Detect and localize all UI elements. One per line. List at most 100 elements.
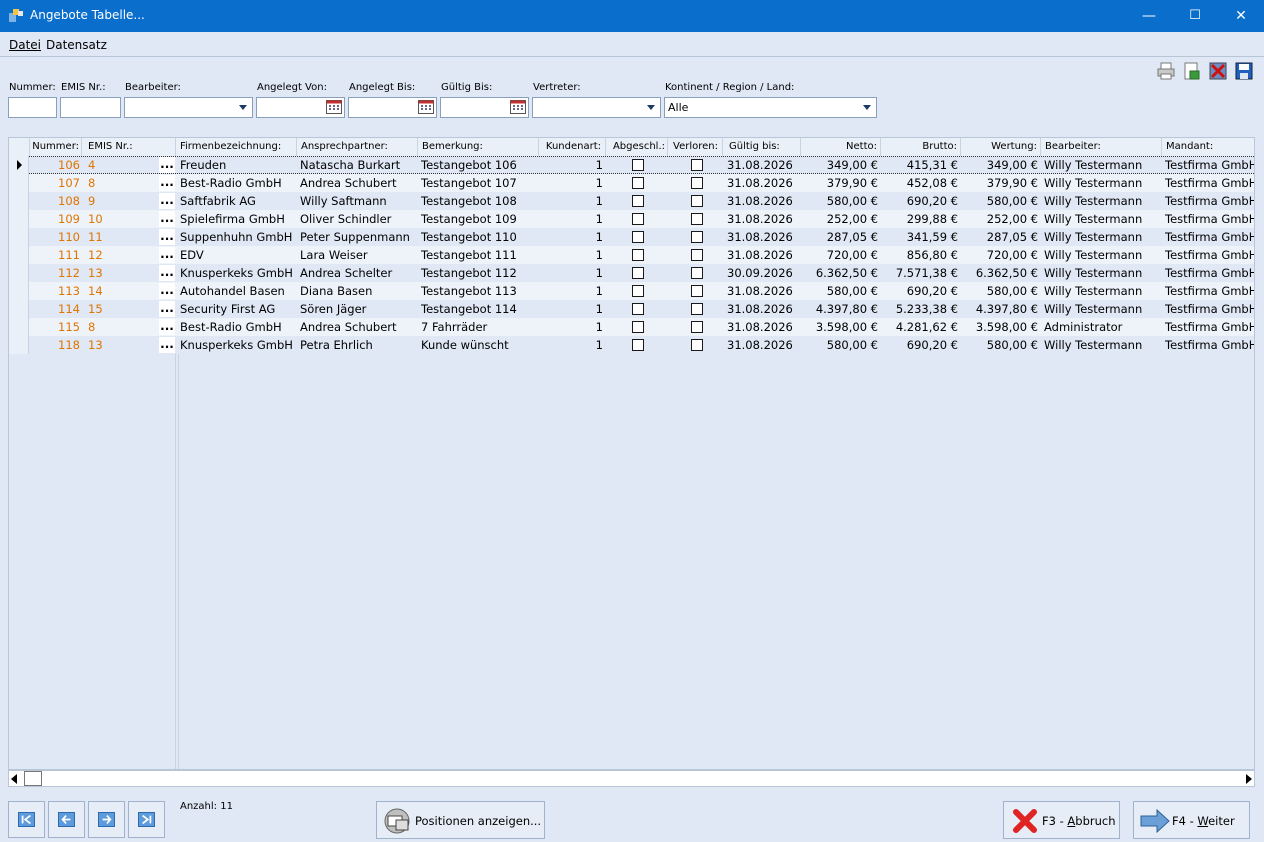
export-icon[interactable] (1182, 61, 1202, 81)
show-positions-button[interactable]: Positionen anzeigen... (376, 801, 545, 839)
column-header-ansprechpartner[interactable]: Ansprechpartner: (297, 138, 418, 156)
last-record-button[interactable] (128, 801, 165, 838)
calendar-icon[interactable] (510, 100, 526, 114)
row-selector[interactable] (9, 318, 29, 336)
verloren-checkbox[interactable] (691, 285, 703, 297)
row-selector[interactable] (9, 210, 29, 228)
nummer-input[interactable] (8, 97, 57, 118)
next-record-button[interactable] (88, 801, 125, 838)
print-icon[interactable] (1156, 61, 1176, 81)
maximize-button[interactable]: ☐ (1172, 0, 1218, 32)
next-button[interactable]: F4 - Weiter (1133, 801, 1250, 839)
column-header-abgeschl[interactable]: Abgeschl.: (606, 138, 668, 156)
verloren-checkbox[interactable] (691, 195, 703, 207)
angelegt-von-date[interactable] (256, 97, 345, 118)
column-header-bearbeiter[interactable]: Bearbeiter: (1041, 138, 1162, 156)
abgeschlossen-checkbox[interactable] (632, 159, 644, 171)
row-selector[interactable] (9, 336, 29, 354)
abgeschlossen-checkbox[interactable] (632, 195, 644, 207)
first-record-button[interactable] (8, 801, 45, 838)
emis-lookup-button[interactable]: ... (159, 175, 175, 191)
column-header-mandant[interactable]: Mandant: (1162, 138, 1254, 156)
gueltig-bis-date[interactable] (440, 97, 529, 118)
emis-lookup-button[interactable]: ... (159, 301, 175, 317)
bearbeiter-select[interactable] (124, 97, 253, 118)
column-header-nummer[interactable]: Nummer: (30, 138, 82, 156)
column-header-verloren[interactable]: Verloren: (668, 138, 723, 156)
table-row[interactable]: 111 12 EDV Lara Weiser Testangebot 111 1 31.08… (9, 246, 1254, 264)
table-row[interactable]: 112 13 Knusperkeks GmbH Andrea Schelter Test… (9, 264, 1254, 282)
kontinent-select[interactable]: Alle (664, 97, 877, 118)
verloren-checkbox[interactable] (691, 159, 703, 171)
emis-lookup-button[interactable]: ... (159, 319, 175, 335)
column-header-firma[interactable]: Firmenbezeichnung: (176, 138, 297, 156)
row-selector[interactable] (9, 264, 29, 282)
emis-lookup-button[interactable]: ... (159, 283, 175, 299)
abgeschlossen-checkbox[interactable] (632, 249, 644, 261)
table-row[interactable]: 110 11 Suppenhuhn GmbH Peter Suppenmann Test… (9, 228, 1254, 246)
chevron-down-icon[interactable] (235, 98, 252, 117)
column-header-emis[interactable]: EMIS Nr.: (82, 138, 176, 156)
previous-record-button[interactable] (48, 801, 85, 838)
emis-lookup-button[interactable]: ... (159, 337, 175, 353)
table-row[interactable]: 118 13 Knusperkeks GmbH Petra Ehrlich Kunde … (9, 336, 1254, 354)
horizontal-scrollbar[interactable] (8, 770, 1255, 787)
close-button[interactable]: ✕ (1218, 0, 1264, 32)
verloren-checkbox[interactable] (691, 213, 703, 225)
row-selector[interactable] (9, 192, 29, 210)
emis-lookup-button[interactable]: ... (159, 157, 175, 173)
emis-lookup-button[interactable]: ... (159, 193, 175, 209)
row-selector[interactable] (9, 246, 29, 264)
emis-lookup-button[interactable]: ... (159, 211, 175, 227)
abgeschlossen-checkbox[interactable] (632, 231, 644, 243)
table-row[interactable]: 107 8 Best-Radio GmbH Andrea Schubert Testan… (9, 174, 1254, 192)
chevron-down-icon[interactable] (643, 98, 660, 117)
verloren-checkbox[interactable] (691, 303, 703, 315)
vertreter-select[interactable] (532, 97, 661, 118)
emis-input[interactable] (60, 97, 121, 118)
calendar-icon[interactable] (418, 100, 434, 114)
table-row[interactable]: 109 10 Spielefirma GmbH Oliver Schindler Tes… (9, 210, 1254, 228)
menu-datei[interactable]: Datei (9, 38, 41, 52)
table-row[interactable]: 114 15 Security First AG Sören Jäger Testang… (9, 300, 1254, 318)
abgeschlossen-checkbox[interactable] (632, 177, 644, 189)
verloren-checkbox[interactable] (691, 231, 703, 243)
row-selector[interactable] (9, 228, 29, 246)
menu-datensatz[interactable]: Datensatz (46, 38, 107, 52)
save-icon[interactable] (1234, 61, 1254, 81)
verloren-checkbox[interactable] (691, 249, 703, 261)
emis-lookup-button[interactable]: ... (159, 247, 175, 263)
row-selector[interactable] (9, 300, 29, 318)
table-row[interactable]: 106 4 Freuden Natascha Burkart Testangebot 1… (9, 156, 1254, 174)
emis-lookup-button[interactable]: ... (159, 265, 175, 281)
column-header-wertung[interactable]: Wertung: (961, 138, 1041, 156)
table-row[interactable]: 115 8 Best-Radio GmbH Andrea Schubert 7 Fahr… (9, 318, 1254, 336)
row-selector[interactable] (9, 156, 29, 174)
verloren-checkbox[interactable] (691, 321, 703, 333)
calendar-icon[interactable] (326, 100, 342, 114)
column-header-bemerkung[interactable]: Bemerkung: (418, 138, 539, 156)
minimize-button[interactable]: — (1126, 0, 1172, 32)
emis-lookup-button[interactable]: ... (159, 229, 175, 245)
chevron-down-icon[interactable] (859, 98, 876, 117)
column-header-gueltig-bis[interactable]: Gültig bis: (723, 138, 801, 156)
table-row[interactable]: 113 14 Autohandel Basen Diana Basen Testange… (9, 282, 1254, 300)
row-selector[interactable] (9, 174, 29, 192)
column-header-brutto[interactable]: Brutto: (881, 138, 961, 156)
abgeschlossen-checkbox[interactable] (632, 321, 644, 333)
cancel-button[interactable]: F3 - Abbruch (1003, 801, 1120, 839)
row-selector[interactable] (9, 282, 29, 300)
verloren-checkbox[interactable] (691, 339, 703, 351)
verloren-checkbox[interactable] (691, 177, 703, 189)
abgeschlossen-checkbox[interactable] (632, 285, 644, 297)
scrollbar-thumb[interactable] (24, 771, 42, 786)
scroll-right-icon[interactable] (1246, 774, 1252, 784)
column-header-netto[interactable]: Netto: (801, 138, 881, 156)
abgeschlossen-checkbox[interactable] (632, 267, 644, 279)
angelegt-bis-date[interactable] (348, 97, 437, 118)
abgeschlossen-checkbox[interactable] (632, 213, 644, 225)
abgeschlossen-checkbox[interactable] (632, 339, 644, 351)
table-row[interactable]: 108 9 Saftfabrik AG Willy Saftmann Testangeb… (9, 192, 1254, 210)
abgeschlossen-checkbox[interactable] (632, 303, 644, 315)
column-header-kundenart[interactable]: Kundenart: (539, 138, 606, 156)
